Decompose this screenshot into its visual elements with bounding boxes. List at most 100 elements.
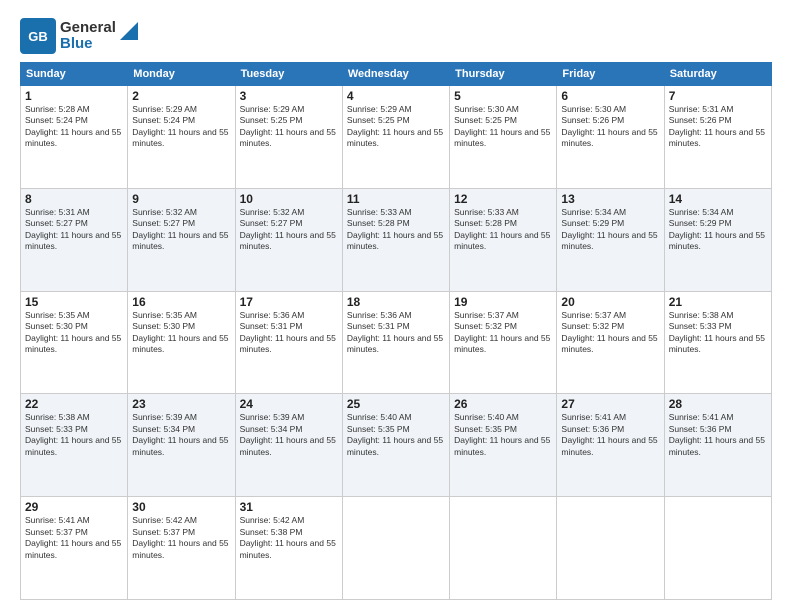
svg-text:GB: GB (28, 29, 48, 44)
day-number: 8 (25, 192, 123, 206)
calendar-cell (342, 497, 449, 600)
col-header-sunday: Sunday (21, 63, 128, 86)
calendar-cell: 5 Sunrise: 5:30 AM Sunset: 5:25 PM Dayli… (450, 86, 557, 189)
day-info: Sunrise: 5:42 AM Sunset: 5:37 PM Dayligh… (132, 515, 230, 561)
day-info: Sunrise: 5:37 AM Sunset: 5:32 PM Dayligh… (454, 310, 552, 356)
day-number: 14 (669, 192, 767, 206)
calendar-cell: 26 Sunrise: 5:40 AM Sunset: 5:35 PM Dayl… (450, 394, 557, 497)
day-number: 19 (454, 295, 552, 309)
day-number: 24 (240, 397, 338, 411)
calendar-cell: 19 Sunrise: 5:37 AM Sunset: 5:32 PM Dayl… (450, 291, 557, 394)
day-info: Sunrise: 5:38 AM Sunset: 5:33 PM Dayligh… (25, 412, 123, 458)
day-number: 5 (454, 89, 552, 103)
col-header-thursday: Thursday (450, 63, 557, 86)
calendar-cell: 7 Sunrise: 5:31 AM Sunset: 5:26 PM Dayli… (664, 86, 771, 189)
day-info: Sunrise: 5:30 AM Sunset: 5:26 PM Dayligh… (561, 104, 659, 150)
day-number: 11 (347, 192, 445, 206)
calendar-cell: 8 Sunrise: 5:31 AM Sunset: 5:27 PM Dayli… (21, 188, 128, 291)
day-info: Sunrise: 5:35 AM Sunset: 5:30 PM Dayligh… (25, 310, 123, 356)
day-info: Sunrise: 5:28 AM Sunset: 5:24 PM Dayligh… (25, 104, 123, 150)
calendar-cell: 2 Sunrise: 5:29 AM Sunset: 5:24 PM Dayli… (128, 86, 235, 189)
calendar-cell: 27 Sunrise: 5:41 AM Sunset: 5:36 PM Dayl… (557, 394, 664, 497)
header: GB General Blue (20, 18, 772, 54)
day-number: 3 (240, 89, 338, 103)
day-number: 28 (669, 397, 767, 411)
col-header-tuesday: Tuesday (235, 63, 342, 86)
day-info: Sunrise: 5:31 AM Sunset: 5:27 PM Dayligh… (25, 207, 123, 253)
day-number: 29 (25, 500, 123, 514)
col-header-saturday: Saturday (664, 63, 771, 86)
day-number: 25 (347, 397, 445, 411)
day-number: 21 (669, 295, 767, 309)
day-info: Sunrise: 5:35 AM Sunset: 5:30 PM Dayligh… (132, 310, 230, 356)
col-header-wednesday: Wednesday (342, 63, 449, 86)
day-number: 26 (454, 397, 552, 411)
calendar-cell: 20 Sunrise: 5:37 AM Sunset: 5:32 PM Dayl… (557, 291, 664, 394)
day-info: Sunrise: 5:34 AM Sunset: 5:29 PM Dayligh… (561, 207, 659, 253)
calendar-cell: 18 Sunrise: 5:36 AM Sunset: 5:31 PM Dayl… (342, 291, 449, 394)
day-number: 7 (669, 89, 767, 103)
day-number: 30 (132, 500, 230, 514)
logo-icon: GB (20, 18, 56, 54)
calendar-cell: 23 Sunrise: 5:39 AM Sunset: 5:34 PM Dayl… (128, 394, 235, 497)
day-number: 6 (561, 89, 659, 103)
day-info: Sunrise: 5:39 AM Sunset: 5:34 PM Dayligh… (240, 412, 338, 458)
calendar-cell: 3 Sunrise: 5:29 AM Sunset: 5:25 PM Dayli… (235, 86, 342, 189)
calendar-cell: 12 Sunrise: 5:33 AM Sunset: 5:28 PM Dayl… (450, 188, 557, 291)
logo-arrow-icon (120, 22, 138, 40)
calendar-cell: 29 Sunrise: 5:41 AM Sunset: 5:37 PM Dayl… (21, 497, 128, 600)
day-number: 1 (25, 89, 123, 103)
day-info: Sunrise: 5:36 AM Sunset: 5:31 PM Dayligh… (240, 310, 338, 356)
day-number: 18 (347, 295, 445, 309)
calendar-cell: 6 Sunrise: 5:30 AM Sunset: 5:26 PM Dayli… (557, 86, 664, 189)
calendar-week-row: 15 Sunrise: 5:35 AM Sunset: 5:30 PM Dayl… (21, 291, 772, 394)
calendar-week-row: 22 Sunrise: 5:38 AM Sunset: 5:33 PM Dayl… (21, 394, 772, 497)
day-info: Sunrise: 5:41 AM Sunset: 5:37 PM Dayligh… (25, 515, 123, 561)
day-info: Sunrise: 5:38 AM Sunset: 5:33 PM Dayligh… (669, 310, 767, 356)
day-info: Sunrise: 5:39 AM Sunset: 5:34 PM Dayligh… (132, 412, 230, 458)
day-number: 15 (25, 295, 123, 309)
calendar-week-row: 8 Sunrise: 5:31 AM Sunset: 5:27 PM Dayli… (21, 188, 772, 291)
calendar-cell (450, 497, 557, 600)
col-header-monday: Monday (128, 63, 235, 86)
day-info: Sunrise: 5:29 AM Sunset: 5:24 PM Dayligh… (132, 104, 230, 150)
calendar-cell: 16 Sunrise: 5:35 AM Sunset: 5:30 PM Dayl… (128, 291, 235, 394)
calendar-cell (557, 497, 664, 600)
calendar-cell: 24 Sunrise: 5:39 AM Sunset: 5:34 PM Dayl… (235, 394, 342, 497)
calendar-cell: 10 Sunrise: 5:32 AM Sunset: 5:27 PM Dayl… (235, 188, 342, 291)
calendar-cell (664, 497, 771, 600)
day-info: Sunrise: 5:40 AM Sunset: 5:35 PM Dayligh… (454, 412, 552, 458)
calendar-table: SundayMondayTuesdayWednesdayThursdayFrid… (20, 62, 772, 600)
day-number: 20 (561, 295, 659, 309)
day-info: Sunrise: 5:40 AM Sunset: 5:35 PM Dayligh… (347, 412, 445, 458)
calendar-cell: 30 Sunrise: 5:42 AM Sunset: 5:37 PM Dayl… (128, 497, 235, 600)
day-number: 23 (132, 397, 230, 411)
day-info: Sunrise: 5:29 AM Sunset: 5:25 PM Dayligh… (240, 104, 338, 150)
day-number: 10 (240, 192, 338, 206)
day-info: Sunrise: 5:41 AM Sunset: 5:36 PM Dayligh… (669, 412, 767, 458)
calendar-page: GB General Blue SundayMondayTuesdayWedne… (0, 0, 792, 612)
logo: GB General Blue (20, 18, 138, 54)
logo-blue: Blue (60, 36, 116, 53)
calendar-cell: 21 Sunrise: 5:38 AM Sunset: 5:33 PM Dayl… (664, 291, 771, 394)
calendar-cell: 1 Sunrise: 5:28 AM Sunset: 5:24 PM Dayli… (21, 86, 128, 189)
day-number: 2 (132, 89, 230, 103)
day-info: Sunrise: 5:42 AM Sunset: 5:38 PM Dayligh… (240, 515, 338, 561)
day-info: Sunrise: 5:36 AM Sunset: 5:31 PM Dayligh… (347, 310, 445, 356)
day-number: 16 (132, 295, 230, 309)
day-number: 17 (240, 295, 338, 309)
day-number: 22 (25, 397, 123, 411)
calendar-cell: 31 Sunrise: 5:42 AM Sunset: 5:38 PM Dayl… (235, 497, 342, 600)
day-info: Sunrise: 5:33 AM Sunset: 5:28 PM Dayligh… (347, 207, 445, 253)
calendar-cell: 22 Sunrise: 5:38 AM Sunset: 5:33 PM Dayl… (21, 394, 128, 497)
day-info: Sunrise: 5:34 AM Sunset: 5:29 PM Dayligh… (669, 207, 767, 253)
calendar-header-row: SundayMondayTuesdayWednesdayThursdayFrid… (21, 63, 772, 86)
day-info: Sunrise: 5:31 AM Sunset: 5:26 PM Dayligh… (669, 104, 767, 150)
calendar-cell: 28 Sunrise: 5:41 AM Sunset: 5:36 PM Dayl… (664, 394, 771, 497)
day-number: 27 (561, 397, 659, 411)
logo-general: General (60, 20, 116, 37)
day-info: Sunrise: 5:33 AM Sunset: 5:28 PM Dayligh… (454, 207, 552, 253)
calendar-cell: 4 Sunrise: 5:29 AM Sunset: 5:25 PM Dayli… (342, 86, 449, 189)
calendar-cell: 17 Sunrise: 5:36 AM Sunset: 5:31 PM Dayl… (235, 291, 342, 394)
calendar-cell: 11 Sunrise: 5:33 AM Sunset: 5:28 PM Dayl… (342, 188, 449, 291)
